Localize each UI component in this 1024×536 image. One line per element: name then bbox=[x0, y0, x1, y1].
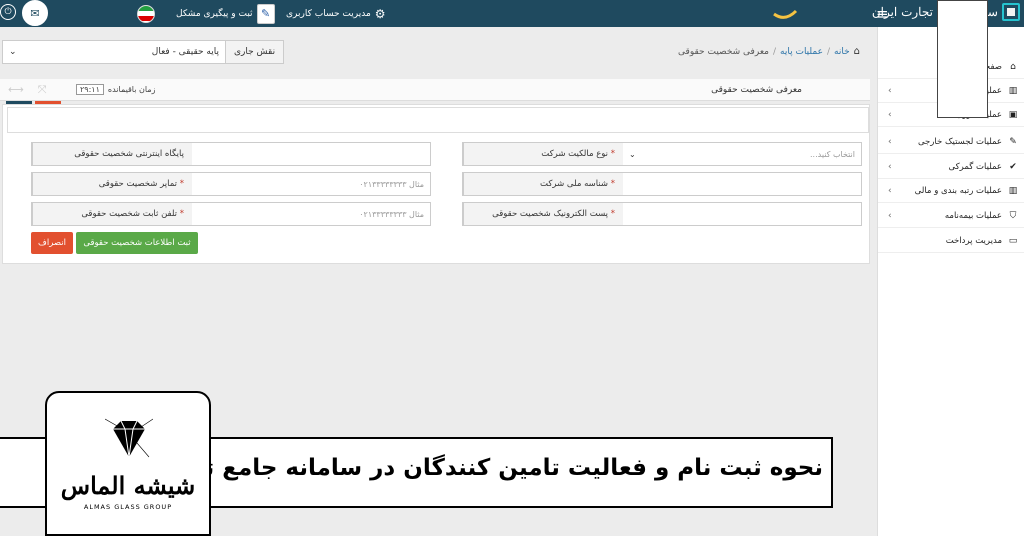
cancel-button[interactable]: انصراف bbox=[31, 232, 73, 254]
mobile-input[interactable]: مثال ۰۲۱۳۳۳۳۳۳۳۳ bbox=[192, 173, 430, 195]
timer-value: ۲۹:۱۱ bbox=[76, 84, 104, 95]
email-label: پست الکترونیک شخصیت حقوقی bbox=[492, 209, 609, 219]
breadcrumb-separator: / bbox=[772, 46, 777, 57]
logo-name: شیشه الماس bbox=[60, 471, 196, 500]
check-icon: ✔ bbox=[1009, 161, 1017, 172]
brand-logo-icon bbox=[1002, 3, 1020, 21]
sidebar-item-label: مدیریت پرداخت bbox=[945, 235, 1002, 246]
sidebar-item-label: عملیات لجستیک خارجی bbox=[917, 136, 1002, 147]
role-selector: ⌄ پایه حقیقی - فعال نقش جاری bbox=[2, 40, 285, 64]
mobile-field: * تماپر شخصیت حقوقی مثال ۰۲۱۳۳۳۳۳۳۳۳ bbox=[31, 172, 431, 196]
breadcrumb-level1[interactable]: عملیات پایه bbox=[780, 47, 823, 57]
money-icon: ▣ bbox=[1008, 109, 1018, 120]
fullscreen-icon[interactable]: ⤧ bbox=[38, 83, 47, 97]
support-ticket-link[interactable]: ثبت و پیگیری مشکل ✎ bbox=[176, 0, 275, 27]
home-icon: ⌂ bbox=[853, 46, 860, 57]
diamond-icon bbox=[105, 418, 153, 458]
role-label: نقش جاری bbox=[225, 41, 284, 63]
ownership-type-label: نوع مالکیت شرکت bbox=[541, 149, 609, 159]
notepad-icon: ✎ bbox=[256, 3, 275, 24]
breadcrumb-home[interactable]: خانه bbox=[834, 47, 850, 57]
overlay-popup bbox=[937, 0, 988, 118]
sidebar-item-label: عملیات بیمه‌نامه bbox=[944, 210, 1002, 221]
website-label: پایگاه اینترنتی شخصیت حقوقی bbox=[32, 143, 192, 165]
sidebar-item-customs[interactable]: ‹ عملیات گمرکی ✔ bbox=[878, 155, 1024, 179]
sidebar-item-insurance[interactable]: ‹ عملیات بیمه‌نامه ⛉ bbox=[878, 204, 1024, 228]
ownership-type-field: * نوع مالکیت شرکت انتخاب کنید... ⌄ bbox=[462, 142, 862, 166]
chevron-left-icon: ‹ bbox=[888, 136, 892, 147]
sidebar-item-label: عملیات گمرکی bbox=[948, 161, 1002, 172]
panel-title: معرفی شخصیت حقوقی bbox=[711, 85, 802, 95]
email-field: * پست الکترونیک شخصیت حقوقی bbox=[462, 202, 862, 226]
shield-icon: ⛉ bbox=[1009, 210, 1017, 221]
chevron-left-icon: ‹ bbox=[888, 210, 892, 221]
required-mark: * bbox=[610, 179, 615, 189]
submit-button[interactable]: ثبت اطلاعات شخصیت حقوقی bbox=[76, 232, 198, 254]
national-id-field: * شناسه ملی شرکت bbox=[462, 172, 862, 196]
breadcrumb-separator: / bbox=[826, 46, 830, 57]
power-icon[interactable]: ⏻ bbox=[0, 4, 16, 20]
required-mark: * bbox=[610, 209, 615, 219]
credit-card-icon: ▭ bbox=[1008, 235, 1018, 246]
chevron-down-icon: ⌄ bbox=[629, 149, 636, 159]
sidebar-item-rating[interactable]: ‹ عملیات رتبه بندی و مالی ▥ bbox=[878, 179, 1024, 203]
required-mark: * bbox=[610, 149, 615, 159]
chevron-left-icon: ‹ bbox=[888, 85, 892, 96]
panel-header: معرفی شخصیت حقوقی ۲۹:۱۱ زمان باقیمانده ⟷… bbox=[0, 79, 870, 101]
form-header-strip bbox=[7, 107, 869, 133]
website-input[interactable] bbox=[192, 143, 430, 165]
role-value: پایه حقیقی - فعال bbox=[151, 47, 219, 57]
mobile-label: تماپر شخصیت حقوقی bbox=[98, 179, 178, 189]
company-logo: شیشه الماس ALMAS GLASS GROUP bbox=[45, 391, 211, 536]
mail-icon[interactable]: ✉ bbox=[22, 0, 48, 26]
menu-toggle-icon[interactable]: ≡ bbox=[876, 0, 889, 27]
bar-chart-icon: ▥ bbox=[1008, 185, 1018, 196]
breadcrumb-current: معرفی شخصیت حقوقی bbox=[678, 46, 769, 57]
banner-title: نحوه ثبت نام و فعالیت تامین کنندگان در س… bbox=[144, 455, 823, 481]
sidebar-item-label: عملیات رتبه بندی و مالی bbox=[914, 185, 1002, 196]
phone-label: تلفن ثابت شخصیت حقوقی bbox=[81, 209, 178, 219]
gear-icon: ⚙ bbox=[374, 6, 386, 21]
bar-chart-icon: ▥ bbox=[1008, 85, 1018, 96]
support-label: ثبت و پیگیری مشکل bbox=[176, 8, 253, 19]
chevron-left-icon: ‹ bbox=[888, 161, 892, 172]
timer-label: زمان باقیمانده bbox=[107, 85, 156, 94]
chevron-left-icon: ‹ bbox=[888, 109, 892, 120]
breadcrumb: ⌂ خانه / عملیات پایه / معرفی شخصیت حقوقی bbox=[678, 46, 860, 57]
arrows-horizontal-icon[interactable]: ⟷ bbox=[8, 83, 24, 97]
user-account-menu[interactable]: مدیریت حساب کاربری ⚙ bbox=[286, 0, 386, 27]
collapse-handle-icon[interactable] bbox=[772, 0, 798, 27]
website-field: پایگاه اینترنتی شخصیت حقوقی bbox=[31, 142, 431, 166]
national-id-label: شناسه ملی شرکت bbox=[540, 179, 609, 189]
home-icon: ⌂ bbox=[1010, 61, 1016, 72]
ownership-type-select[interactable]: انتخاب کنید... ⌄ bbox=[623, 143, 861, 165]
session-timer: ۲۹:۱۱ زمان باقیمانده bbox=[76, 84, 155, 95]
role-dropdown[interactable]: ⌄ پایه حقیقی - فعال bbox=[3, 41, 225, 63]
phone-field: * تلفن ثابت شخصیت حقوقی مثال ۰۲۱۳۳۳۳۳۳۳۳ bbox=[31, 202, 431, 226]
logo-subtitle: ALMAS GLASS GROUP bbox=[83, 503, 173, 511]
flag-icon bbox=[137, 0, 155, 27]
required-mark: * bbox=[179, 179, 184, 189]
national-id-input[interactable] bbox=[623, 173, 861, 195]
ownership-type-placeholder: انتخاب کنید... bbox=[809, 149, 855, 159]
phone-input[interactable]: مثال ۰۲۱۳۳۳۳۳۳۳۳ bbox=[192, 203, 430, 225]
email-input[interactable] bbox=[623, 203, 861, 225]
required-mark: * bbox=[179, 209, 184, 219]
top-navbar: سامانه جامع تجارت ایران ≡ مدیریت حساب کا… bbox=[0, 0, 1024, 27]
chevron-down-icon: ⌄ bbox=[9, 47, 17, 57]
edit-icon: ✎ bbox=[1009, 136, 1017, 147]
chevron-left-icon: ‹ bbox=[888, 185, 892, 196]
user-account-label: مدیریت حساب کاربری bbox=[286, 8, 371, 19]
sidebar-item-logistics[interactable]: ‹ عملیات لجستیک خارجی ✎ bbox=[878, 130, 1024, 154]
breadcrumb-bar: ⌂ خانه / عملیات پایه / معرفی شخصیت حقوقی… bbox=[0, 28, 876, 72]
sidebar-item-payment[interactable]: مدیریت پرداخت ▭ bbox=[878, 229, 1024, 253]
